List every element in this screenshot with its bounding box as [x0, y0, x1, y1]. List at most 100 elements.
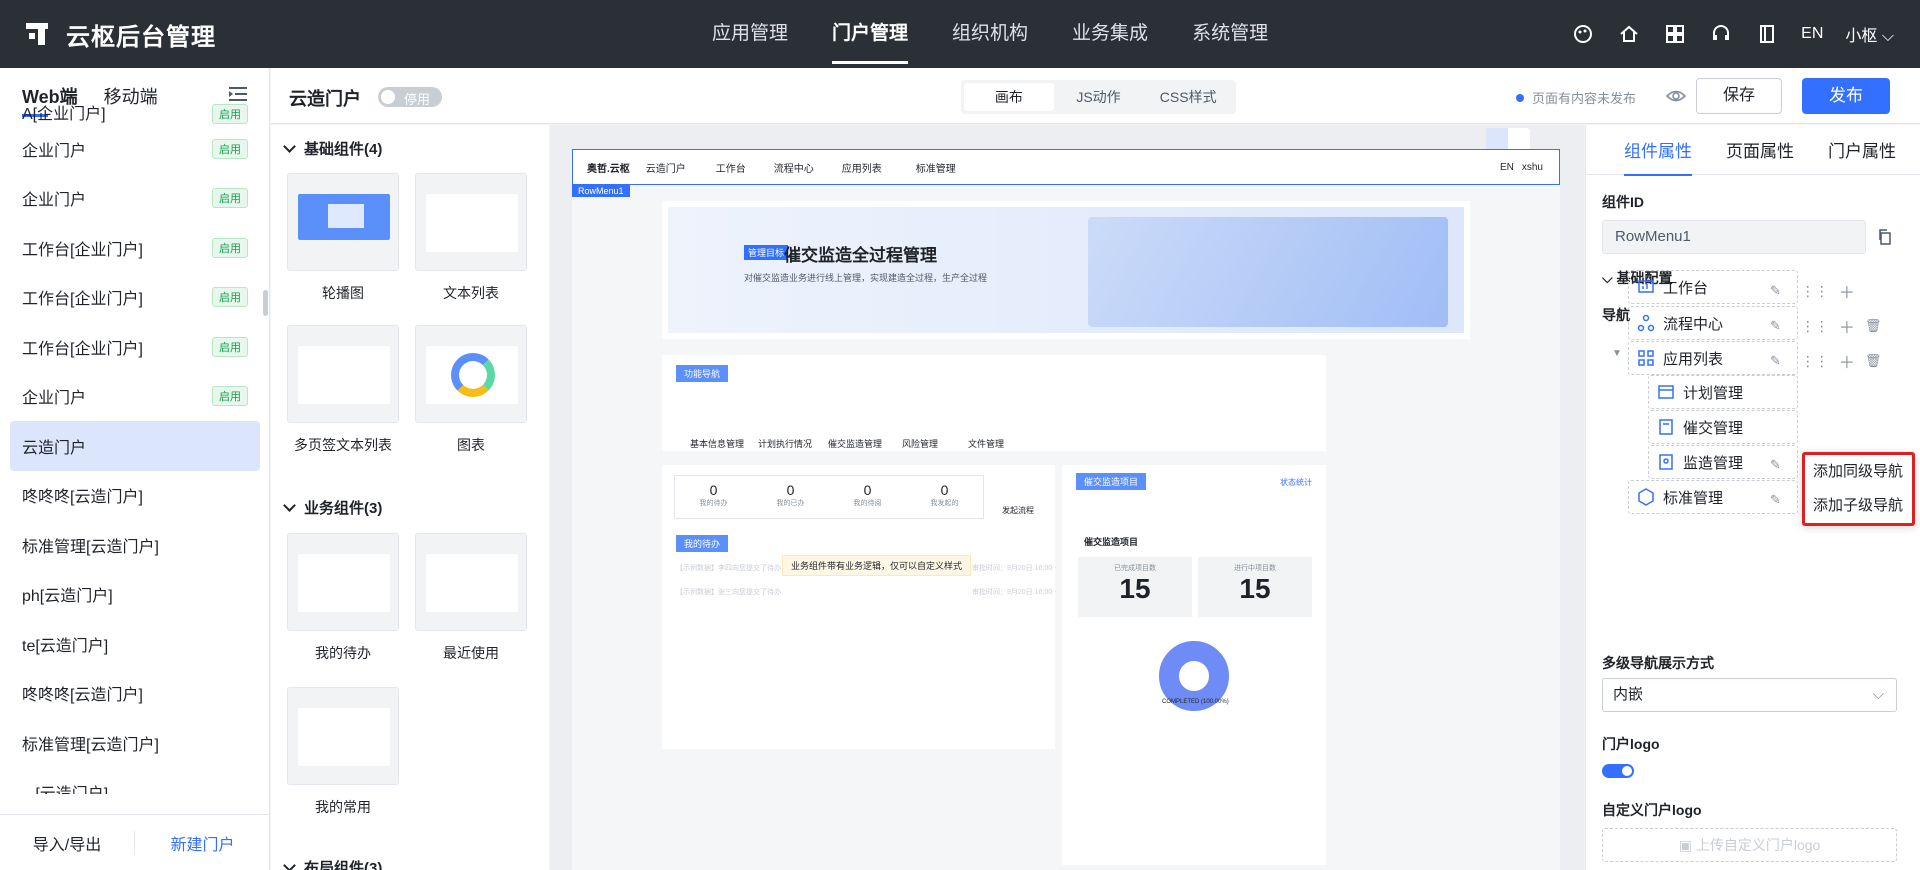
component-card-carousel[interactable]: 轮播图: [287, 173, 399, 303]
brand[interactable]: 云枢后台管理: [26, 17, 216, 52]
save-button[interactable]: 保存: [1696, 78, 1782, 114]
list-item[interactable]: 咚咚咚[云造门户]: [10, 669, 260, 719]
add-icon[interactable]: ＋: [1839, 279, 1855, 303]
delete-icon[interactable]: 🗑: [1865, 353, 1882, 369]
drag-handle-icon[interactable]: ⋮⋮: [1801, 353, 1829, 370]
topnav-system[interactable]: 系统管理: [1170, 0, 1290, 68]
publish-button[interactable]: 发布: [1802, 78, 1890, 114]
list-item[interactable]: 工作台[企业门户] 启用: [10, 322, 260, 372]
fit-view-icon[interactable]: [1486, 128, 1508, 150]
tab-page-props[interactable]: 页面属性: [1726, 137, 1794, 162]
property-tabs: 组件属性 页面属性 门户属性: [1586, 125, 1920, 176]
topnav-portal-management[interactable]: 门户管理: [810, 0, 930, 68]
component-card-chart[interactable]: 图表: [415, 325, 527, 455]
list-item[interactable]: 咚咚咚[云造门户]: [10, 471, 260, 521]
tab-component-props[interactable]: 组件属性: [1624, 137, 1692, 176]
preview-nav-item: 应用列表: [841, 163, 882, 175]
list-item-selected[interactable]: 云造门户: [10, 421, 260, 471]
add-child-nav-item[interactable]: 添加子级导航: [1805, 489, 1912, 523]
add-icon[interactable]: ＋: [1839, 314, 1855, 338]
list-item[interactable]: te[云造门户]: [10, 619, 260, 669]
list-item[interactable]: ph[云造门户]: [10, 570, 260, 620]
list-scrollbar[interactable]: [263, 290, 268, 316]
component-card-recent[interactable]: 最近使用: [415, 533, 527, 663]
preview-nav-item: 工作台: [715, 163, 746, 175]
component-card-tab-text-list[interactable]: 多页签文本列表: [287, 325, 399, 455]
nav-item-urge-management[interactable]: 催交管理: [1648, 410, 1798, 444]
topnav-organization[interactable]: 组织机构: [930, 0, 1050, 68]
enable-toggle[interactable]: 停用: [378, 87, 442, 107]
edit-icon[interactable]: ✎: [1770, 318, 1781, 334]
component-card-my-todo[interactable]: 我的待办: [287, 533, 399, 663]
tab-portal-props[interactable]: 门户属性: [1828, 137, 1896, 162]
list-item[interactable]: 企业门户 启用: [10, 372, 260, 422]
section-business-components[interactable]: 业务组件(3): [285, 497, 382, 518]
list-item[interactable]: 企业门户 启用: [10, 174, 260, 224]
function-item[interactable]: 催交监造管理: [828, 437, 882, 450]
todo-row[interactable]: 【示例数据】张三向您提交了待办: [676, 587, 781, 597]
function-item[interactable]: 文件管理: [968, 437, 1004, 450]
stat-item[interactable]: 0 我的待阅: [829, 476, 906, 518]
edit-icon[interactable]: ✎: [1770, 353, 1781, 369]
launch-flow-button[interactable]: 发起流程: [1002, 505, 1034, 516]
stat-item[interactable]: 0 我的待办: [675, 476, 752, 518]
component-id-field[interactable]: RowMenu1: [1602, 220, 1866, 254]
status-badge: 启用: [212, 386, 248, 407]
add-sibling-nav-item[interactable]: 添加同级导航: [1805, 455, 1912, 489]
component-card-favorites[interactable]: 我的常用: [287, 687, 399, 817]
expand-caret-icon[interactable]: ▼: [1612, 348, 1622, 359]
preview-nav-bar[interactable]: 奥哲.云枢 云造门户 工作台 流程中心 应用列表 标准管理 EN xshu: [572, 149, 1560, 185]
app-title: 云枢后台管理: [66, 23, 216, 51]
import-export-button[interactable]: 导入/导出: [0, 831, 134, 855]
function-item[interactable]: 计划执行情况: [758, 437, 812, 450]
book-icon[interactable]: [1755, 22, 1779, 46]
drag-handle-icon[interactable]: ⋮⋮: [1801, 318, 1829, 335]
new-portal-button[interactable]: 新建门户: [134, 830, 270, 855]
language-switch[interactable]: EN: [1801, 25, 1823, 43]
list-item[interactable]: 标准管理[云造门户]: [10, 520, 260, 570]
edit-icon[interactable]: ✎: [1770, 457, 1781, 473]
edit-icon[interactable]: ✎: [1770, 492, 1781, 508]
list-item[interactable]: A[企业门户] 启用: [10, 104, 260, 124]
add-icon[interactable]: ＋: [1839, 349, 1855, 373]
preview-banner: 管理目标 催交监造全过程管理 对催交监造业务进行线上管理，实现建造全过程，生产全…: [662, 201, 1470, 339]
todo-row[interactable]: 【示例数据】李四向您提交了待办: [676, 563, 781, 573]
collapse-menu-icon[interactable]: [229, 86, 247, 102]
apps-icon[interactable]: [1663, 22, 1687, 46]
stat-item[interactable]: 0 我的已办: [752, 476, 829, 518]
upload-logo-button[interactable]: ▣ 上传自定义门户logo: [1602, 828, 1897, 862]
preview-eye-icon[interactable]: [1666, 86, 1686, 106]
section-basic-components[interactable]: 基础组件(4): [285, 138, 382, 159]
tab-css-styles[interactable]: CSS样式: [1143, 83, 1233, 111]
multi-nav-select[interactable]: 内嵌 ⌵: [1602, 678, 1897, 712]
palette-icon[interactable]: [1571, 22, 1595, 46]
section-layout-components[interactable]: 布局组件(3): [285, 857, 382, 870]
tab-js-actions[interactable]: JS动作: [1054, 83, 1144, 111]
edit-icon[interactable]: ✎: [1770, 283, 1781, 299]
component-card-text-list[interactable]: 文本列表: [415, 173, 527, 303]
nav-item-plan-management[interactable]: 计划管理: [1648, 375, 1798, 409]
delete-icon[interactable]: 🗑: [1865, 318, 1882, 334]
wide-view-icon[interactable]: [1508, 128, 1530, 150]
home-icon[interactable]: [1617, 22, 1641, 46]
list-item[interactable]: ...[云造门户]: [10, 768, 260, 794]
card-label: 最近使用: [443, 645, 499, 661]
list-item[interactable]: 工作台[企业门户] 启用: [10, 273, 260, 323]
user-menu[interactable]: 小枢 ⌵: [1845, 22, 1894, 46]
card-label: 图表: [457, 437, 485, 453]
list-item[interactable]: 标准管理[云造门户]: [10, 718, 260, 768]
topnav-app-management[interactable]: 应用管理: [690, 0, 810, 68]
portal-logo-switch[interactable]: [1602, 764, 1634, 778]
drag-handle-icon[interactable]: ⋮⋮: [1801, 283, 1829, 300]
list-item[interactable]: 企业门户 启用: [10, 124, 260, 174]
preview-lang: EN: [1499, 161, 1514, 173]
list-item[interactable]: 工作台[企业门户] 启用: [10, 223, 260, 273]
status-stat-link[interactable]: 状态统计: [1280, 477, 1312, 488]
function-item[interactable]: 基本信息管理: [690, 437, 744, 450]
function-item[interactable]: 风险管理: [902, 437, 938, 450]
topnav-integration[interactable]: 业务集成: [1050, 0, 1170, 68]
tab-canvas[interactable]: 画布: [964, 83, 1054, 111]
headset-icon[interactable]: [1709, 22, 1733, 46]
stat-item[interactable]: 0 我发起的: [906, 476, 983, 518]
copy-icon[interactable]: [1877, 229, 1893, 245]
